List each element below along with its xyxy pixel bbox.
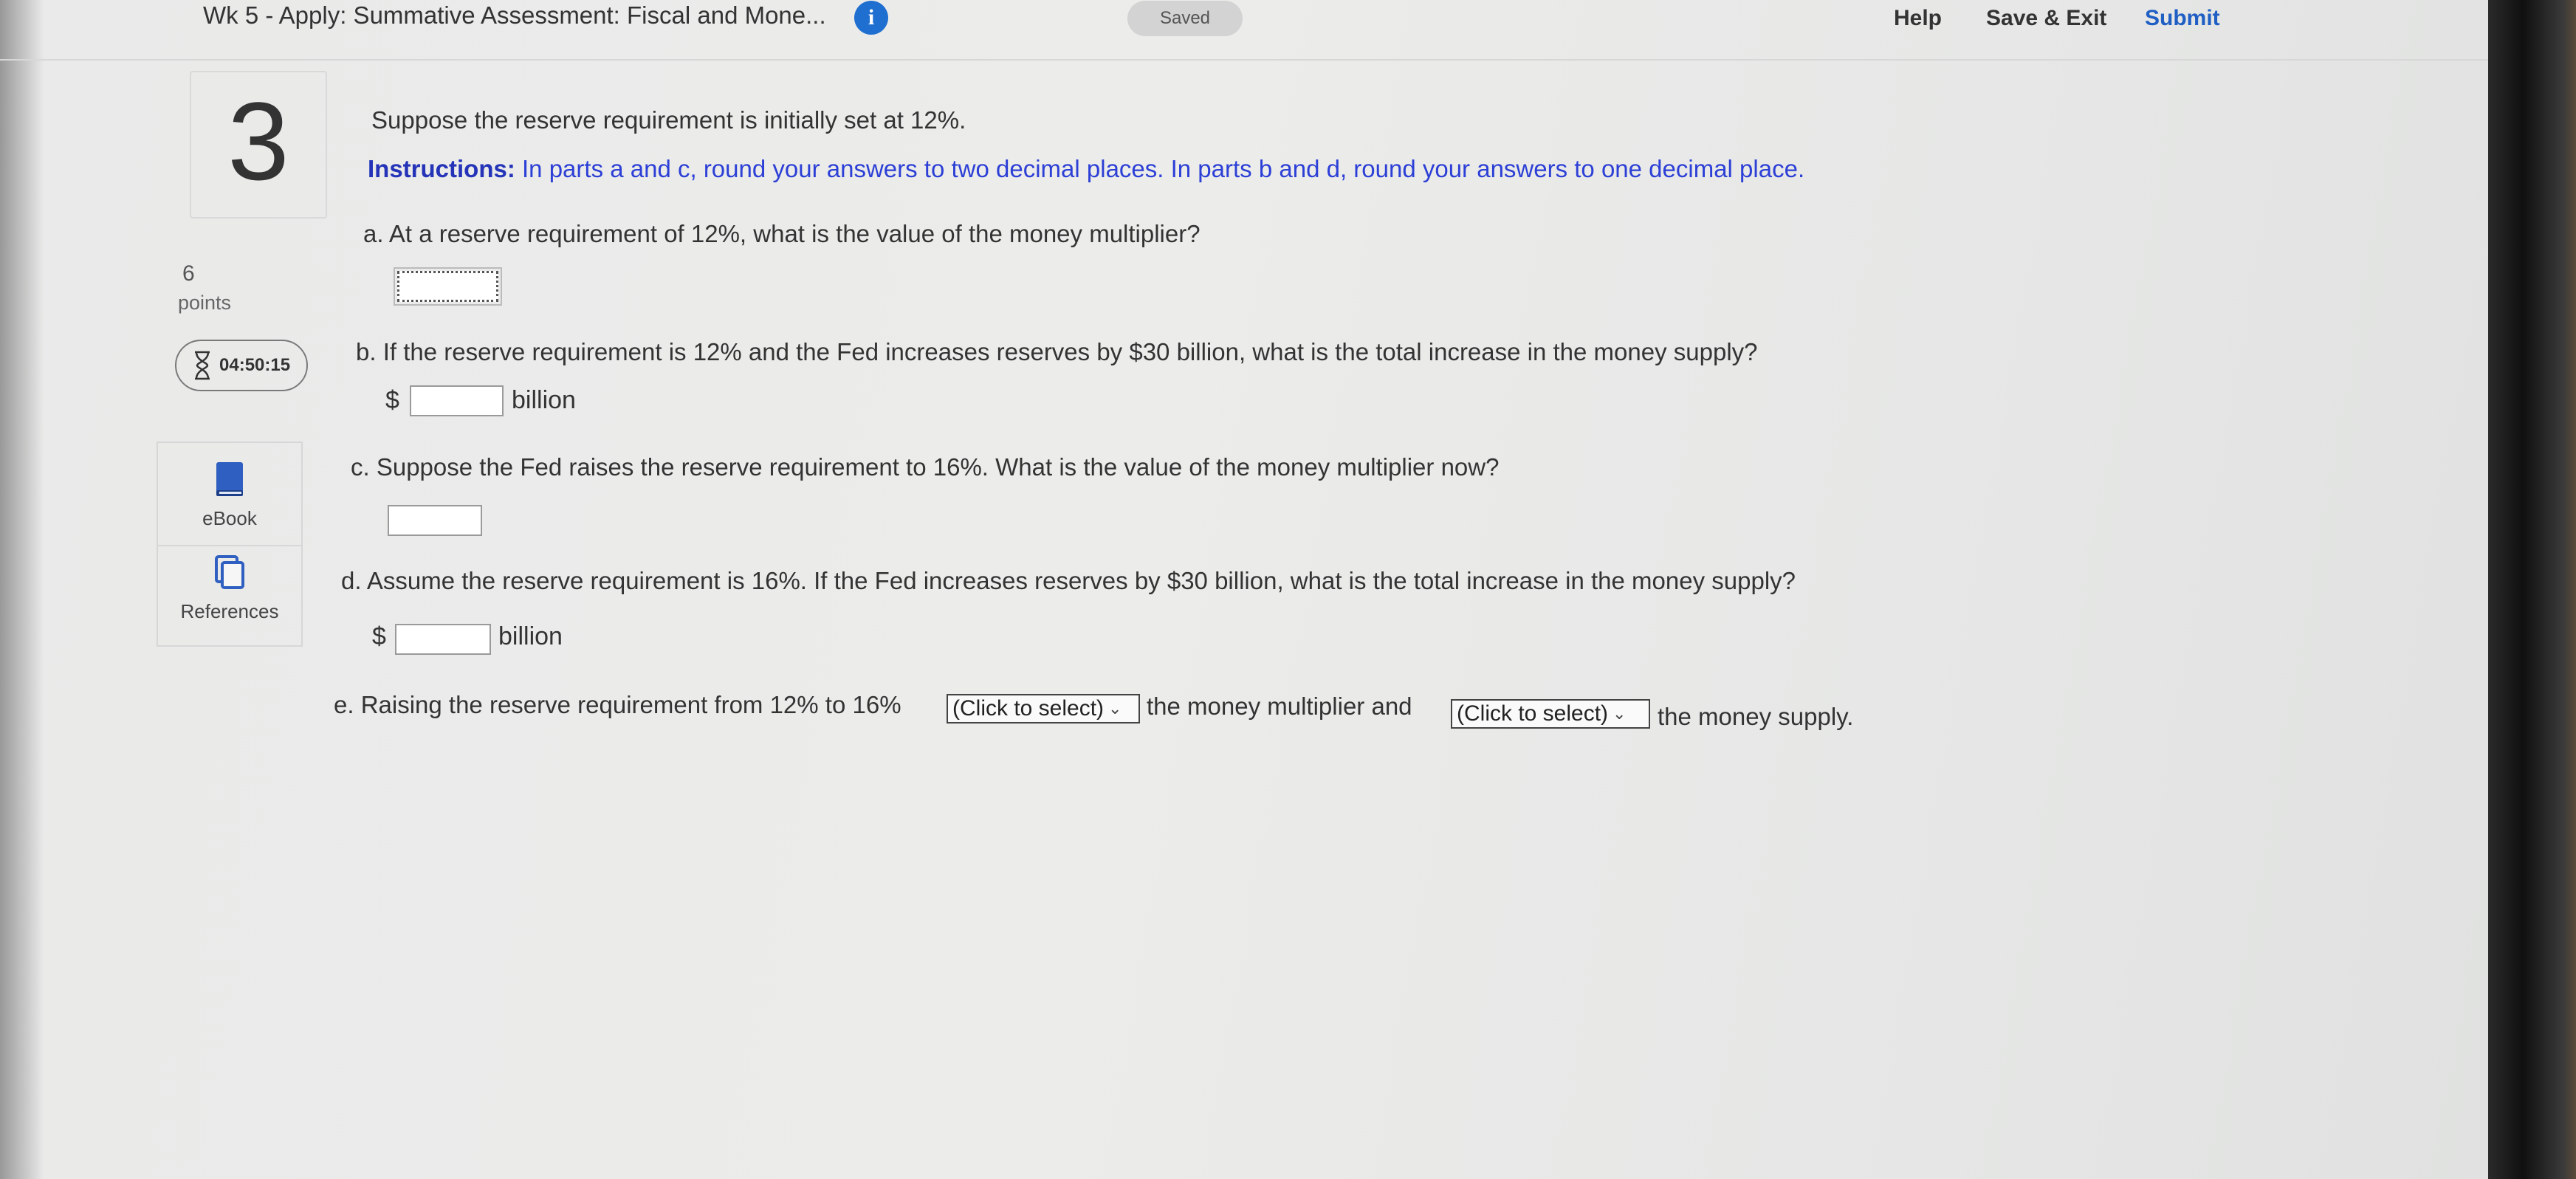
part-b-unit: billion <box>512 386 576 414</box>
references-button[interactable]: References <box>158 554 301 623</box>
instructions-text: In parts a and c, round your answers to … <box>515 155 1805 182</box>
assignment-title: Wk 5 - Apply: Summative Assessment: Fisc… <box>203 1 826 29</box>
screen-bezel <box>2488 0 2576 1179</box>
timer[interactable]: 04:50:15 <box>175 340 308 391</box>
timer-value: 04:50:15 <box>219 355 291 375</box>
instructions-label: Instructions: <box>368 155 515 182</box>
points-label: points <box>178 292 232 314</box>
part-e-select-2-value: (Click to select) <box>1457 701 1609 726</box>
saved-status-badge: Saved <box>1127 1 1243 36</box>
part-e-suffix: the money supply. <box>1658 703 1854 730</box>
part-e-select-1[interactable]: (Click to select) ⌄ <box>947 694 1140 723</box>
part-e-middle: the money multiplier and <box>1147 692 1412 720</box>
part-e-prefix: e. Raising the reserve requirement from … <box>334 691 901 718</box>
ebook-label: eBook <box>202 507 257 529</box>
copy-icon <box>215 555 244 589</box>
part-d-answer-input[interactable] <box>395 624 491 655</box>
points-value: 6 <box>182 261 195 286</box>
ebook-button[interactable]: eBook <box>158 461 301 546</box>
chevron-down-icon: ⌄ <box>1108 699 1122 718</box>
instructions: Instructions: In parts a and c, round yo… <box>368 155 1804 183</box>
part-a-answer-input[interactable] <box>394 267 502 306</box>
part-e-select-2[interactable]: (Click to select) ⌄ <box>1451 699 1650 729</box>
part-b-question: b. If the reserve requirement is 12% and… <box>356 338 1758 365</box>
save-exit-link[interactable]: Save & Exit <box>1986 6 2106 31</box>
question-number-box: 3 <box>190 71 327 219</box>
question-intro: Suppose the reserve requirement is initi… <box>371 106 966 134</box>
top-bar: Wk 5 - Apply: Summative Assessment: Fisc… <box>0 0 2496 61</box>
left-shade <box>0 0 44 1179</box>
info-icon[interactable]: i <box>854 1 888 35</box>
part-b-answer-input[interactable] <box>410 385 504 416</box>
part-e-select-1-value: (Click to select) <box>952 696 1105 721</box>
references-label: References <box>180 600 279 622</box>
part-a-question: a. At a reserve requirement of 12%, what… <box>363 220 1201 247</box>
submit-button[interactable]: Submit <box>2145 6 2220 31</box>
resources-panel: eBook References <box>157 441 303 647</box>
chevron-down-icon: ⌄ <box>1612 704 1627 723</box>
help-link[interactable]: Help <box>1894 6 1942 31</box>
question-number: 3 <box>227 78 289 203</box>
book-icon <box>216 462 243 496</box>
part-d-question: d. Assume the reserve requirement is 16%… <box>341 567 1796 594</box>
hourglass-icon <box>195 351 210 380</box>
part-d-dollar-sign: $ <box>372 622 386 650</box>
part-d-unit: billion <box>498 622 563 650</box>
screen: Wk 5 - Apply: Summative Assessment: Fisc… <box>0 0 2496 1179</box>
part-b-dollar-sign: $ <box>385 386 399 414</box>
part-c-answer-input[interactable] <box>388 505 482 536</box>
part-c-question: c. Suppose the Fed raises the reserve re… <box>351 453 1500 481</box>
